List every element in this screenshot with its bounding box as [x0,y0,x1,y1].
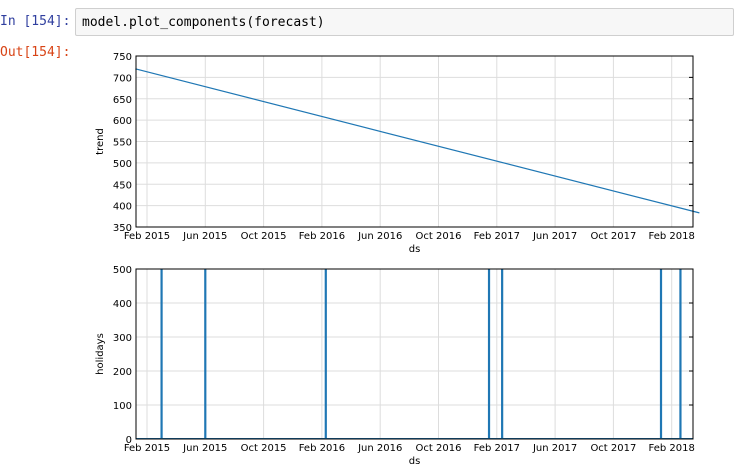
y-tick-label: 500 [113,159,132,170]
y-tick-label: 400 [113,299,132,310]
y-axis-label: holidays [95,333,106,375]
y-tick-label: 100 [113,401,132,412]
x-tick-label: Jun 2017 [532,231,577,242]
plot-frame [135,268,694,440]
x-tick-label: Jun 2017 [532,443,577,454]
x-tick-label: Oct 2017 [590,231,636,242]
y-tick-label: 450 [113,180,132,191]
holidays-chart: Feb 2015 Jun 2015 Oct 2015 Feb 2016 Jun 2016… [95,265,695,467]
x-tick-label: Jun 2016 [357,443,402,454]
y-tick-label: 400 [113,202,132,213]
y-tick-label: 500 [113,265,132,276]
y-tick-label: 200 [113,367,132,378]
y-tick-label: 700 [113,73,132,84]
plot-components-output: Feb 2015 Jun 2015 Oct 2015 Feb 2016 Jun 2016… [95,52,700,467]
x-tick-label: Feb 2018 [649,443,695,454]
x-tick-label: Jun 2015 [182,443,227,454]
x-tick-label: Oct 2015 [241,443,287,454]
y-tick-label: 350 [113,223,132,234]
x-tick-label: Feb 2016 [299,443,345,454]
y-tick-label: 300 [113,333,132,344]
x-tick-label: Jun 2015 [182,231,227,242]
trend-chart: Feb 2015 Jun 2015 Oct 2015 Feb 2016 Jun 2016… [95,52,700,255]
y-tick-label: 0 [126,435,132,446]
y-tick-label: 750 [113,52,132,63]
x-tick-label: Oct 2017 [590,443,636,454]
y-tick-label: 650 [113,95,132,106]
x-tick-label: Feb 2016 [299,231,345,242]
x-tick-label: Jun 2016 [357,231,402,242]
x-axis-label: ds [409,456,421,467]
x-tick-label: Oct 2016 [416,231,462,242]
y-axis-label: trend [95,128,106,155]
x-tick-label: Feb 2017 [474,231,520,242]
y-tick-label: 550 [113,138,132,149]
x-tick-label: Oct 2015 [241,231,287,242]
x-tick-label: Feb 2017 [474,443,520,454]
y-tick-label: 600 [113,116,132,127]
x-axis-label: ds [409,244,421,255]
x-tick-label: Feb 2018 [649,231,695,242]
x-tick-label: Oct 2016 [416,443,462,454]
trend-line [135,68,700,214]
